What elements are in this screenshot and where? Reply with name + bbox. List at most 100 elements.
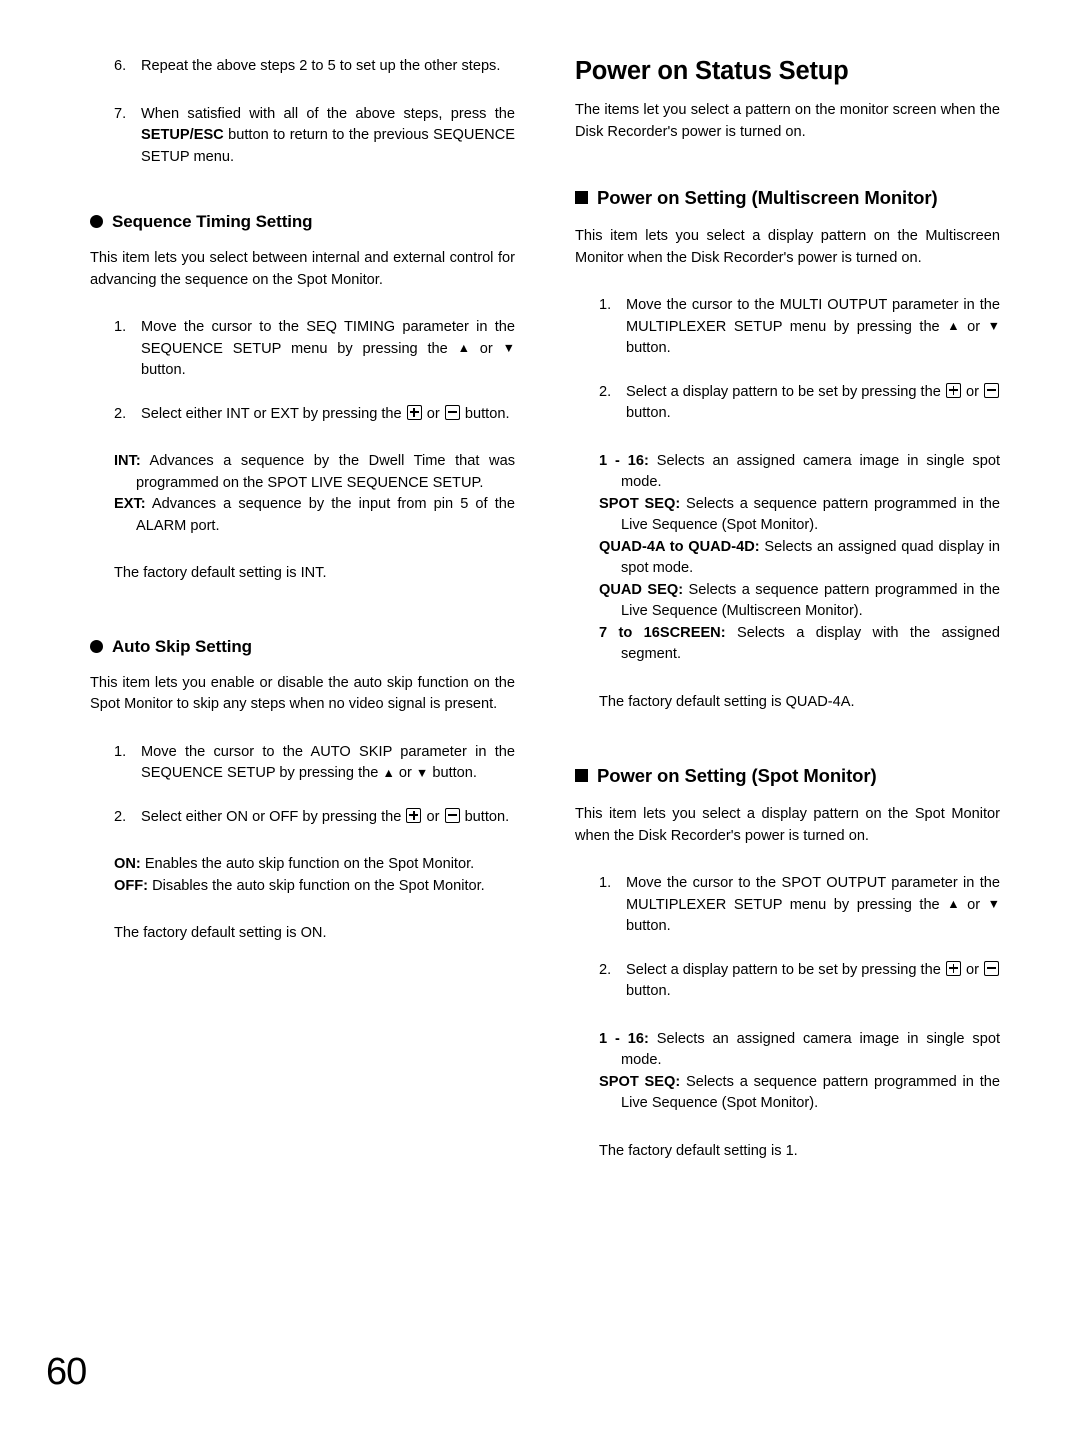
step-item-2: 2. Select a display pattern to be set by …: [599, 960, 1000, 1003]
step-number: 1.: [114, 319, 127, 335]
step-text-mid: or: [961, 961, 983, 978]
step-item-2: 2. Select either ON or OFF by pressing th…: [114, 807, 515, 829]
heading-sequence-timing-setting: Sequence Timing Setting: [90, 210, 515, 234]
manual-page: 6. Repeat the above steps 2 to 5 to set u…: [0, 0, 1080, 1429]
definition-description: Enables the auto skip function on the Sp…: [144, 856, 475, 872]
definition-item-quad-4a-4d: QUAD-4A to QUAD-4D: Selects an assigned …: [599, 537, 1000, 580]
step-number: 1.: [599, 297, 612, 313]
default-note-multiscreen: The factory default setting is QUAD-4A.: [599, 693, 855, 710]
spot-steps: 1. Move the cursor to the SPOT OUTPUT par…: [575, 873, 1000, 1003]
page-title: Power on Status Setup: [575, 57, 849, 85]
step-item-2: 2. Select a display pattern to be set by …: [599, 382, 1000, 425]
definition-description: Disables the auto skip function on the S…: [152, 877, 485, 894]
right-column: Power on Status Setup The items let you …: [575, 56, 1000, 1162]
continued-steps-list: 6. Repeat the above steps 2 to 5 to set u…: [90, 56, 515, 168]
definition-term: 1 - 16:: [599, 1030, 649, 1047]
page-number: 60: [46, 1351, 87, 1393]
step-item-1: 1. Move the cursor to the SPOT OUTPUT par…: [599, 873, 1000, 938]
definition-term: EXT:: [114, 496, 146, 512]
step-text-end: button.: [626, 918, 671, 934]
definition-term: SPOT SEQ:: [599, 495, 681, 512]
step-number: 6.: [114, 58, 127, 74]
step-item-7: 7. When satisfied with all of the above s…: [114, 104, 515, 169]
arrow-down-icon: ▼: [987, 897, 1000, 911]
two-column-body: 6. Repeat the above steps 2 to 5 to set u…: [90, 56, 1000, 1162]
circle-bullet-icon: [90, 215, 103, 228]
multiscreen-definitions: 1 - 16: Selects an assigned camera image…: [599, 451, 1000, 666]
step-text: Move the cursor to the SPOT OUTPUT param…: [626, 875, 1000, 913]
definition-item-int: INT: Advances a sequence by the Dwell Ti…: [114, 451, 515, 494]
heading-auto-skip-setting: Auto Skip Setting: [90, 635, 515, 659]
step-text-end: button.: [626, 405, 671, 421]
plus-key-icon: [406, 404, 422, 420]
arrow-down-icon: ▼: [987, 319, 1000, 333]
arrow-down-icon: ▼: [415, 765, 429, 780]
step-number: 2.: [599, 961, 612, 978]
step-number: 2.: [599, 383, 612, 400]
step-text: Select either ON or OFF by pressing the: [141, 808, 406, 825]
intro-sequence-timing: This item lets you select between intern…: [90, 250, 515, 288]
chapter-intro: The items let you select a pattern on th…: [575, 102, 1000, 140]
step-item-1: 1. Move the cursor to the AUTO SKIP param…: [114, 742, 515, 785]
definition-item-1-16: 1 - 16: Selects an assigned camera image…: [599, 451, 1000, 494]
step-text-mid: or: [469, 340, 503, 357]
auto-skip-steps: 1. Move the cursor to the AUTO SKIP param…: [90, 742, 515, 829]
step-text: Select a display pattern to be set by pr…: [626, 383, 945, 400]
definition-term: SPOT SEQ:: [599, 1073, 681, 1090]
step-text-end: button.: [428, 765, 477, 781]
definition-item-quad-seq: QUAD SEQ: Selects a sequence pattern pro…: [599, 580, 1000, 623]
minus-key-icon: [984, 960, 999, 976]
multiscreen-steps: 1. Move the cursor to the MULTI OUTPUT pa…: [575, 295, 1000, 425]
step-text: Select a display pattern to be set by pr…: [626, 961, 945, 978]
step-number: 2.: [114, 808, 127, 825]
step-text-end: button.: [626, 340, 671, 356]
plus-key-icon: [945, 960, 961, 976]
minus-key-icon: [444, 807, 460, 823]
step-item-1: 1. Move the cursor to the SEQ TIMING para…: [114, 317, 515, 382]
definition-item-spot-seq: SPOT SEQ: Selects a sequence pattern pro…: [599, 494, 1000, 537]
heading-power-on-setting-spot: Power on Setting (Spot Monitor): [575, 763, 1000, 788]
heading-label: Power on Setting (Multiscreen Monitor): [597, 187, 938, 208]
definition-item-spot-seq: SPOT SEQ: Selects a sequence pattern pro…: [599, 1072, 1000, 1115]
step-text-end: button.: [460, 808, 510, 825]
step-text-before: When satisfied with all of the above ste…: [141, 105, 515, 122]
step-text: Select either INT or EXT by pressing the: [141, 405, 406, 422]
step-text-mid: or: [422, 808, 444, 825]
definition-description: Selects an assigned camera image in sing…: [621, 452, 1001, 491]
definition-term: 7 to 16SCREEN:: [599, 624, 726, 641]
arrow-up-icon: ▲: [947, 319, 960, 333]
default-note-spot: The factory default setting is 1.: [599, 1142, 798, 1159]
circle-bullet-icon: [90, 639, 103, 653]
step-item-1: 1. Move the cursor to the MULTI OUTPUT pa…: [599, 295, 1000, 360]
step-text-mid: or: [394, 765, 416, 781]
sequence-timing-steps: 1. Move the cursor to the SEQ TIMING para…: [90, 317, 515, 425]
left-column: 6. Repeat the above steps 2 to 5 to set u…: [90, 56, 515, 1162]
default-note-auto-skip: The factory default setting is ON.: [114, 925, 327, 941]
step-number: 1.: [114, 743, 127, 760]
definition-item-7-16screen: 7 to 16SCREEN: Selects a display with th…: [599, 623, 1000, 666]
intro-auto-skip: This item lets you enable or disable the…: [90, 674, 515, 713]
heading-label: Power on Setting (Spot Monitor): [597, 765, 877, 786]
arrow-up-icon: ▲: [457, 341, 470, 355]
sequence-timing-definitions: INT: Advances a sequence by the Dwell Ti…: [114, 451, 515, 537]
definition-description: Advances a sequence by the input from pi…: [136, 496, 515, 534]
default-note-seq-timing: The factory default setting is INT.: [114, 565, 327, 581]
heading-label: Auto Skip Setting: [112, 636, 252, 656]
step-text-mid: or: [422, 405, 444, 422]
spot-definitions: 1 - 16: Selects an assigned camera image…: [599, 1029, 1000, 1115]
minus-key-icon: [444, 404, 460, 420]
square-bullet-icon: [575, 769, 588, 782]
